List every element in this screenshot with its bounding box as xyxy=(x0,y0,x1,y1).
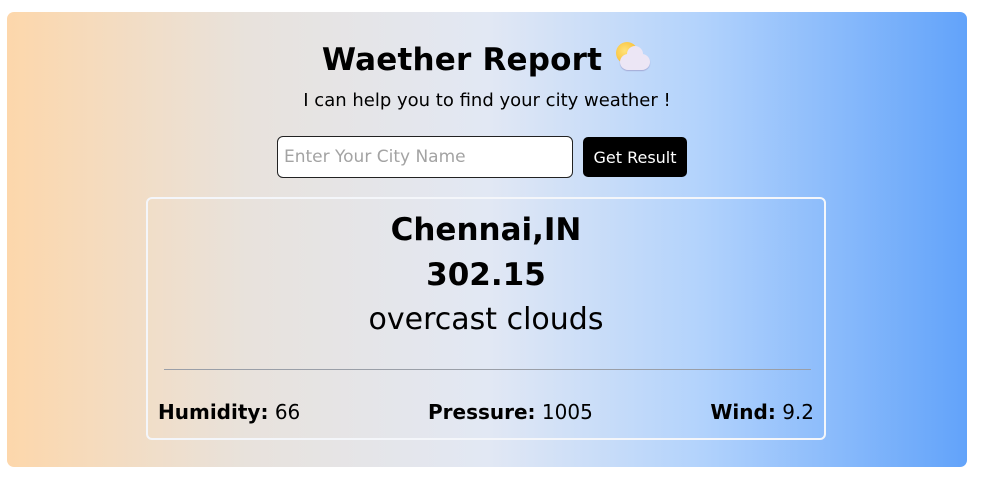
temperature-value: 302.15 xyxy=(426,257,546,293)
weather-description: overcast clouds xyxy=(368,302,604,337)
pressure-value: 1005 xyxy=(541,400,593,424)
wind-stat: Wind: 9.2 xyxy=(710,400,814,424)
city-name: Chennai,IN xyxy=(390,212,582,248)
page-title: Waether Report xyxy=(321,42,603,78)
weather-app-panel: Waether Report I can help you to find yo… xyxy=(7,12,967,467)
weather-result-card: Chennai,IN 302.15 overcast clouds Humidi… xyxy=(146,197,826,440)
wind-label: Wind: xyxy=(710,400,776,424)
page-subtitle: I can help you to find your city weather… xyxy=(303,90,671,111)
get-result-button[interactable]: Get Result xyxy=(583,137,687,177)
city-search-input[interactable] xyxy=(277,136,573,178)
pressure-label: Pressure: xyxy=(428,400,536,424)
wind-value: 9.2 xyxy=(782,400,814,424)
page-title-row: Waether Report xyxy=(7,40,967,78)
humidity-value: 66 xyxy=(274,400,301,424)
divider xyxy=(164,369,811,370)
humidity-stat: Humidity: 66 xyxy=(158,400,300,424)
pressure-stat: Pressure: 1005 xyxy=(428,400,593,424)
sun-behind-cloud-icon xyxy=(612,40,652,74)
humidity-label: Humidity: xyxy=(158,400,269,424)
